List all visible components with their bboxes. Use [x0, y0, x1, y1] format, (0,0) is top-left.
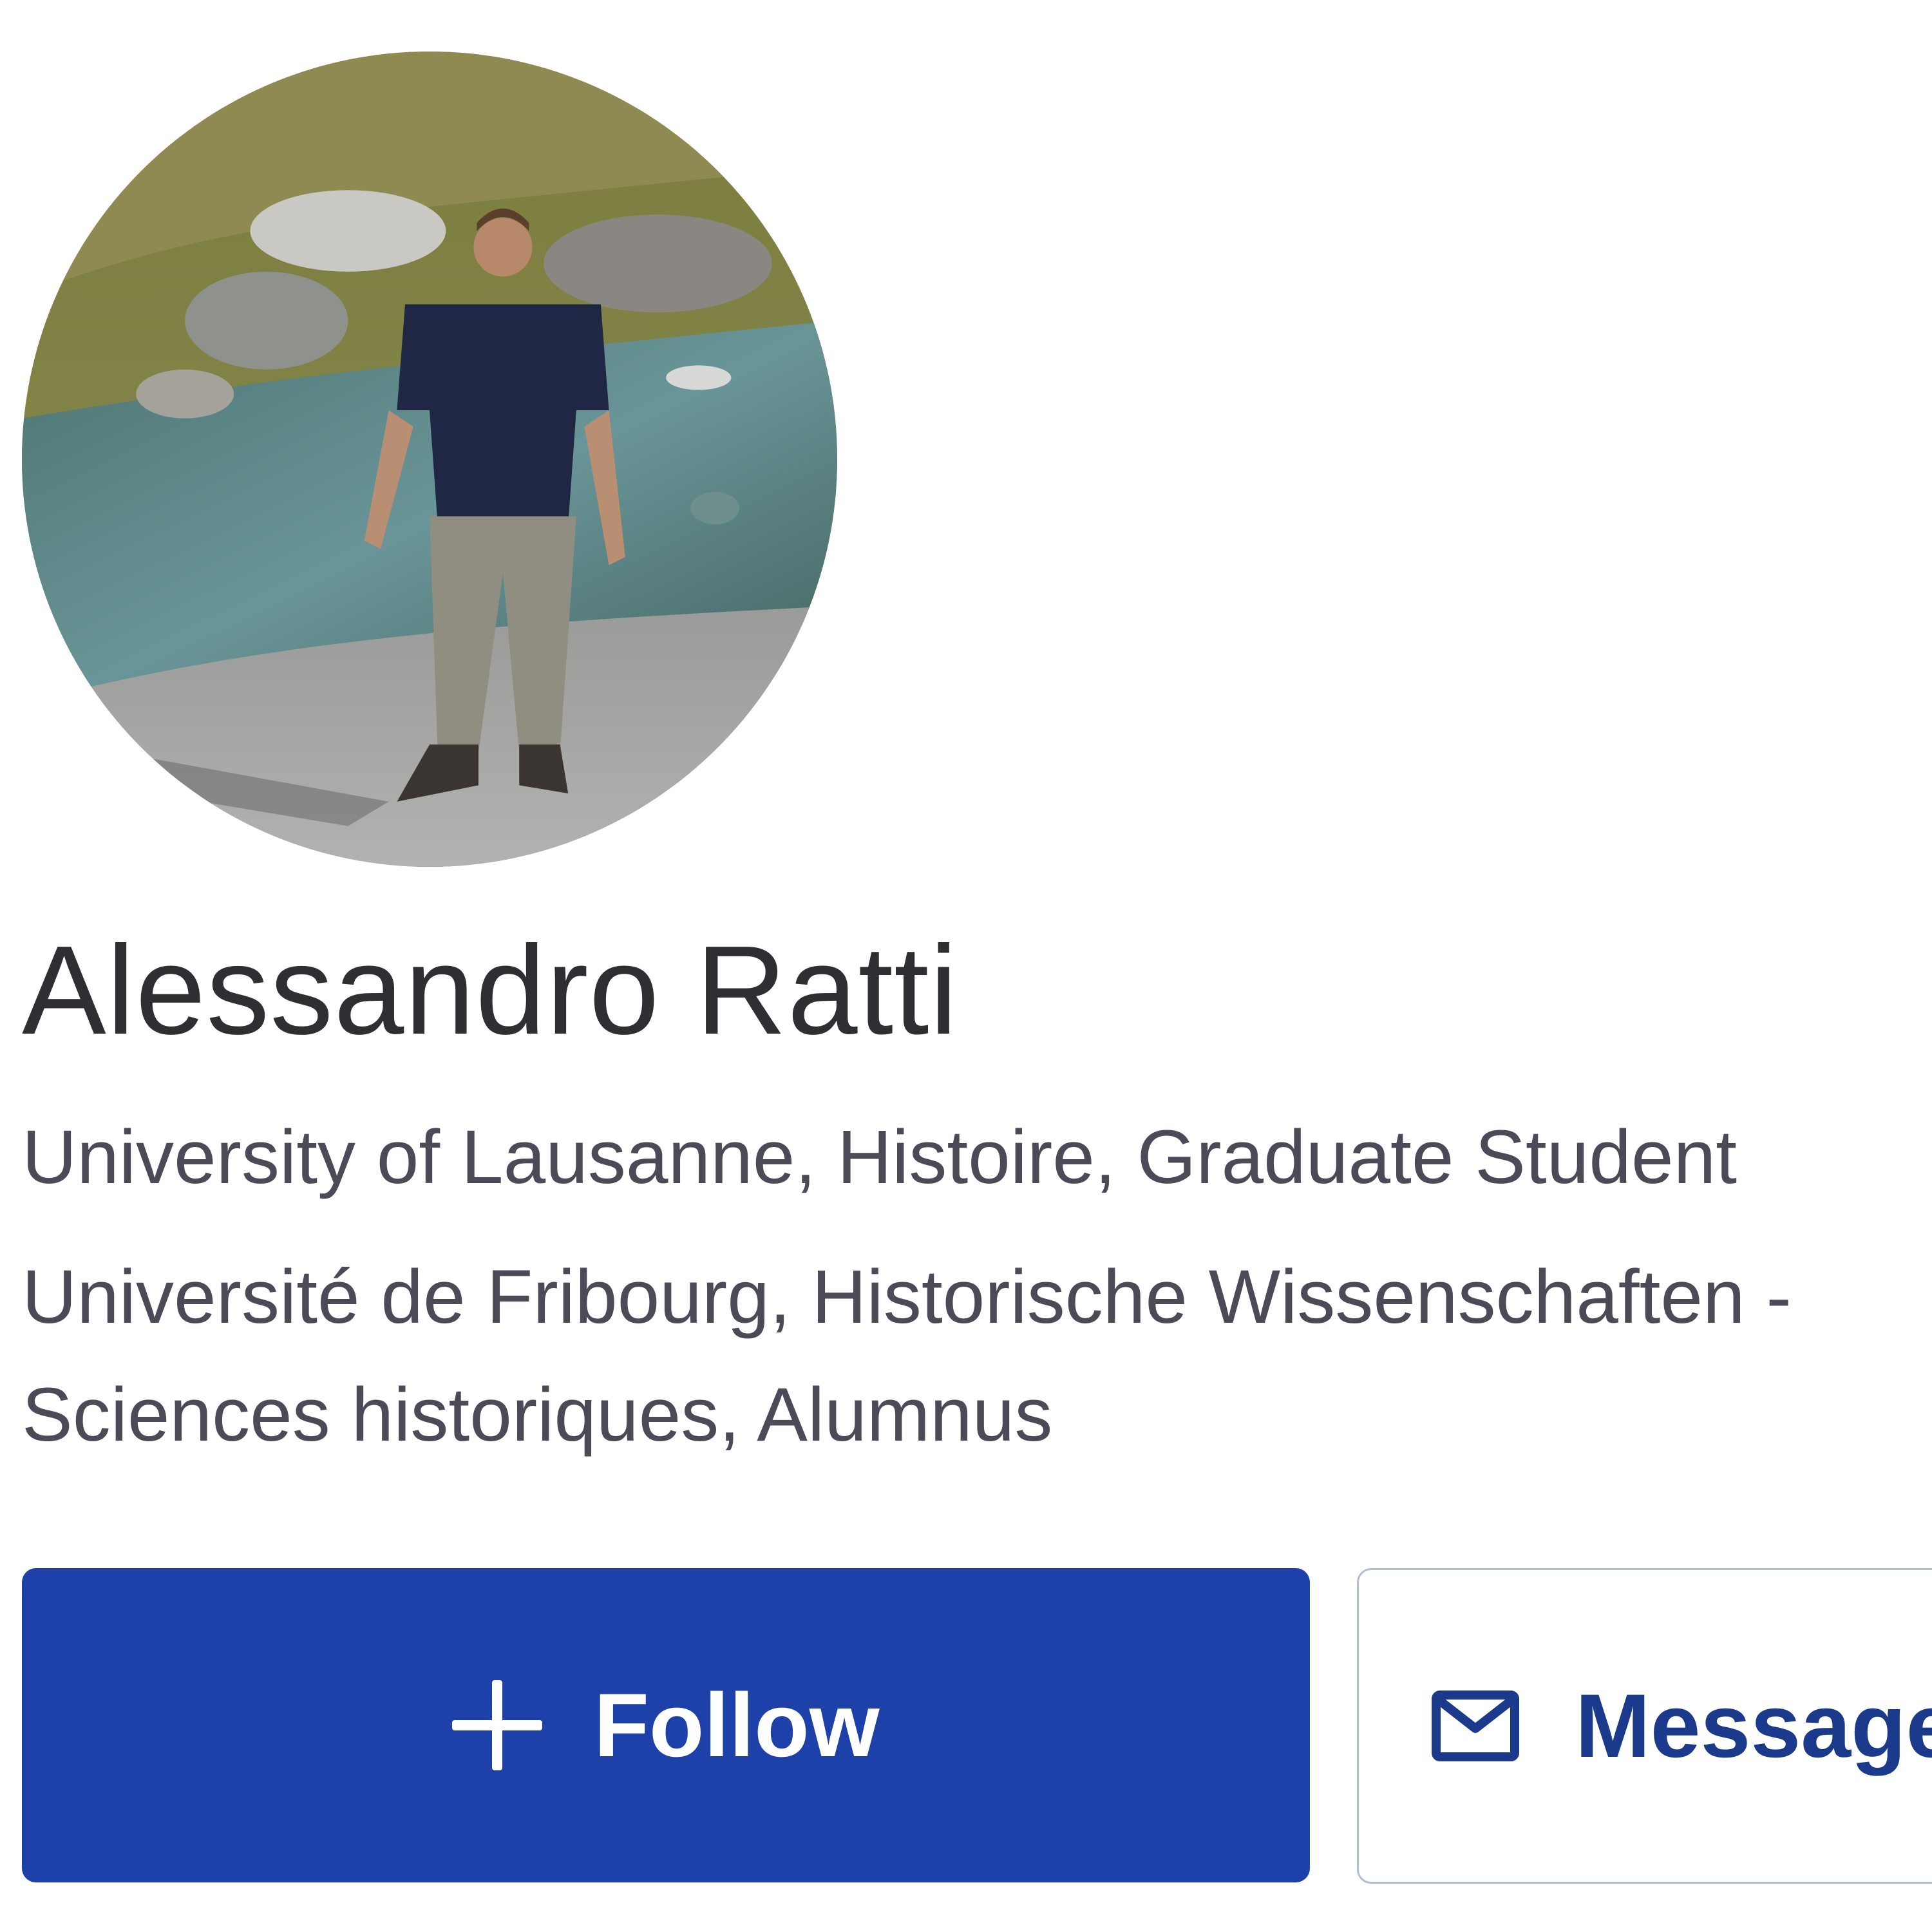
- affiliation-line-1: University of Lausanne, Histoire, Gradua…: [22, 1115, 1738, 1200]
- profile-avatar[interactable]: [22, 52, 837, 867]
- plus-icon: [452, 1680, 543, 1770]
- message-button[interactable]: Message: [1357, 1568, 1932, 1884]
- follow-button-label: Follow: [594, 1674, 880, 1776]
- follow-button[interactable]: Follow: [22, 1568, 1310, 1882]
- affiliation-line-3: Sciences historiques, Alumnus: [22, 1372, 1053, 1457]
- message-button-label: Message: [1575, 1675, 1932, 1776]
- profile-name: Alessandro Ratti: [22, 920, 959, 1061]
- affiliation-line-2: Université de Fribourg, Historische Wiss…: [22, 1255, 1792, 1340]
- mail-icon: [1431, 1690, 1520, 1762]
- avatar-photo: [22, 52, 837, 867]
